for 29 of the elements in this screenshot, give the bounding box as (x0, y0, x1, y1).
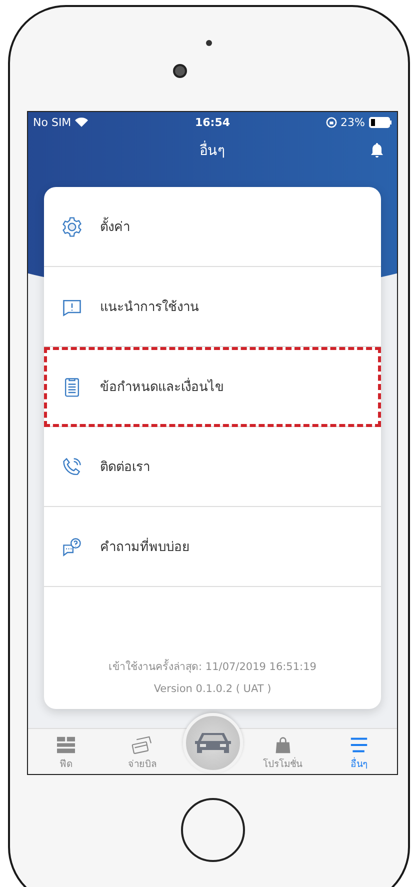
menu-item[interactable]: ติดต่อเรา (44, 427, 381, 507)
tab[interactable]: อื่นๆ (320, 729, 397, 774)
car-icon (194, 730, 232, 756)
menu-item-label: แนะนำการใช้งาน (100, 298, 199, 317)
cards-icon (131, 736, 154, 754)
rotation-lock-icon (326, 116, 337, 128)
last-login-text: เข้าใช้งานครั้งล่าสุด: 11/07/2019 16:51:19 (108, 658, 316, 675)
page-title: อื่นๆ (200, 139, 226, 161)
bell-icon[interactable] (369, 142, 385, 158)
settings-icon (61, 216, 83, 238)
battery-icon (368, 116, 392, 128)
clock-time: 16:54 (194, 116, 230, 128)
menu-item[interactable]: ข้อกำหนดและเงื่อนไข (44, 347, 381, 427)
camera-dot (206, 40, 212, 46)
menu-item-label: คำถามที่พบบ่อย (100, 536, 190, 557)
menu-item-label: ตั้งค่า (100, 216, 130, 237)
menu-item-label: ติดต่อเรา (100, 459, 150, 477)
menu-item[interactable]: คำถามที่พบบ่อย (44, 507, 381, 587)
battery-percent: 23% (340, 116, 365, 128)
menu-item[interactable]: แนะนำการใช้งาน (44, 267, 381, 347)
chat-question-icon (61, 536, 83, 558)
grid-icon (55, 736, 78, 754)
version-text: Version 0.1.0.2 ( UAT ) (154, 683, 272, 695)
menu-item[interactable]: ตั้งค่า (44, 187, 381, 267)
carrier-label: No SIM (33, 116, 72, 128)
menu-item-label: ข้อกำหนดและเงื่อนไข (100, 376, 224, 397)
wifi-icon (75, 117, 88, 127)
front-camera (173, 64, 187, 78)
phone-icon (61, 456, 83, 478)
